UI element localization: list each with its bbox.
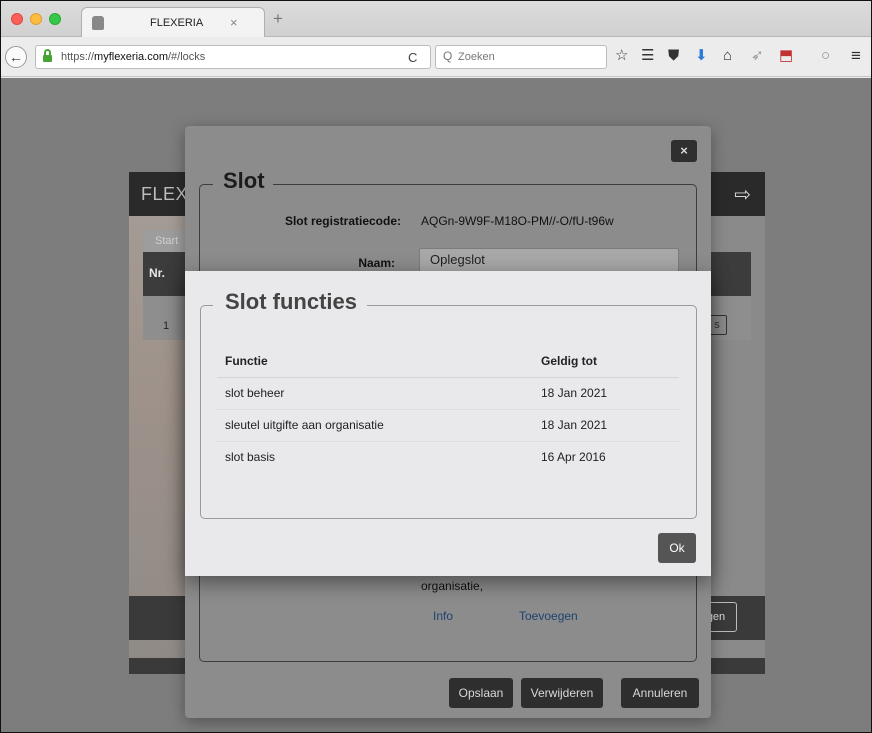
reading-list-icon[interactable]: ☰ — [641, 46, 654, 66]
registration-code-label: Slot registratiecode: — [284, 214, 401, 228]
bookmark-star-icon[interactable]: ☆ — [615, 46, 628, 66]
app-logo: FLEX — [141, 184, 189, 204]
column-header-valid-until: Geldig tot — [533, 345, 679, 378]
lock-icon — [43, 49, 52, 62]
menu-icon[interactable]: ≡ — [851, 46, 861, 66]
tab-start[interactable]: Start — [143, 230, 187, 252]
function-cell: slot basis — [225, 450, 276, 465]
valid-until-cell: 18 Jan 2021 — [533, 377, 679, 410]
function-cell: slot beheer — [217, 377, 533, 410]
table-header-row: Functie Geldig tot — [217, 345, 679, 378]
maximize-window-button[interactable] — [49, 13, 61, 25]
row-number: 1 — [163, 320, 170, 332]
functions-legend: Slot functies — [213, 289, 368, 315]
tab-flexeria[interactable]: FLEXERIA × — [81, 7, 265, 38]
tab-close-icon[interactable]: × — [230, 15, 238, 30]
valid-until-cell: 16 Apr 2016 — [541, 450, 606, 465]
navigation-bar: ← https://myflexeria.com/#/locks C Q Zoe… — [1, 37, 871, 77]
browser-window: FLEXERIA × + ← https://myflexeria.com/#/… — [0, 0, 872, 733]
column-header-nr: Nr. — [149, 266, 166, 280]
delete-button[interactable]: Verwijderen — [521, 678, 603, 708]
search-icon: Q — [443, 49, 453, 63]
page-backdrop: FLEX ⇨ Start Nr. 1 s gen × Slot Slot reg… — [1, 78, 871, 732]
name-field[interactable]: Oplegslot — [419, 248, 679, 272]
function-cell: sleutel uitgifte aan organisatie — [217, 409, 533, 442]
name-label: Naam: — [358, 256, 395, 270]
pdf-extension-icon[interactable]: ⬒ — [779, 46, 793, 66]
table-row: slot beheer 18 Jan 2021 — [217, 377, 679, 410]
search-placeholder: Zoeken — [458, 51, 495, 63]
column-header-function: Functie — [217, 345, 533, 378]
new-tab-icon[interactable]: + — [273, 9, 283, 29]
table-row: sleutel uitgifte aan organisatie 18 Jan … — [217, 409, 679, 442]
cancel-button[interactable]: Annuleren — [621, 678, 699, 708]
close-modal-button[interactable]: × — [671, 140, 697, 162]
logout-icon[interactable]: ⇨ — [734, 182, 751, 207]
search-input[interactable]: Q Zoeken — [435, 45, 607, 69]
home-icon[interactable]: ⌂ — [723, 46, 732, 66]
pocket-icon[interactable]: ⛊ — [668, 46, 679, 66]
back-button[interactable]: ← — [5, 46, 27, 68]
ok-button[interactable]: Ok — [658, 533, 696, 563]
add-link[interactable]: Toevoegen — [519, 609, 578, 623]
slot-functions-modal: Slot functies Functie Geldig tot slot be… — [185, 271, 711, 576]
tab-strip: FLEXERIA × + — [1, 1, 871, 38]
url-text: https://myflexeria.com/#/locks — [61, 51, 206, 63]
functions-table: Functie Geldig tot slot beheer 18 Jan 20… — [217, 345, 679, 473]
send-icon[interactable]: ➶ — [751, 46, 764, 66]
valid-until-cell: 18 Jan 2021 — [533, 409, 679, 442]
address-bar[interactable]: https://myflexeria.com/#/locks C — [35, 45, 431, 69]
organisation-text: organisatie, — [421, 579, 484, 593]
downloads-icon[interactable]: ⬇ — [695, 46, 708, 66]
save-button[interactable]: Opslaan — [449, 678, 513, 708]
close-window-button[interactable] — [11, 13, 23, 25]
table-row: slot basis 16 Apr 2016 — [217, 441, 679, 473]
slot-legend: Slot — [213, 168, 273, 194]
info-link[interactable]: Info — [433, 609, 453, 623]
chat-bubble-icon[interactable]: ○ — [821, 46, 830, 66]
page-favicon-icon — [92, 16, 104, 30]
reload-icon[interactable]: C — [408, 50, 417, 65]
minimize-window-button[interactable] — [30, 13, 42, 25]
tab-title: FLEXERIA — [150, 17, 204, 29]
registration-code-value: AQGn-9W9F-M18O-PM//-O/fU-t96w — [421, 214, 614, 228]
